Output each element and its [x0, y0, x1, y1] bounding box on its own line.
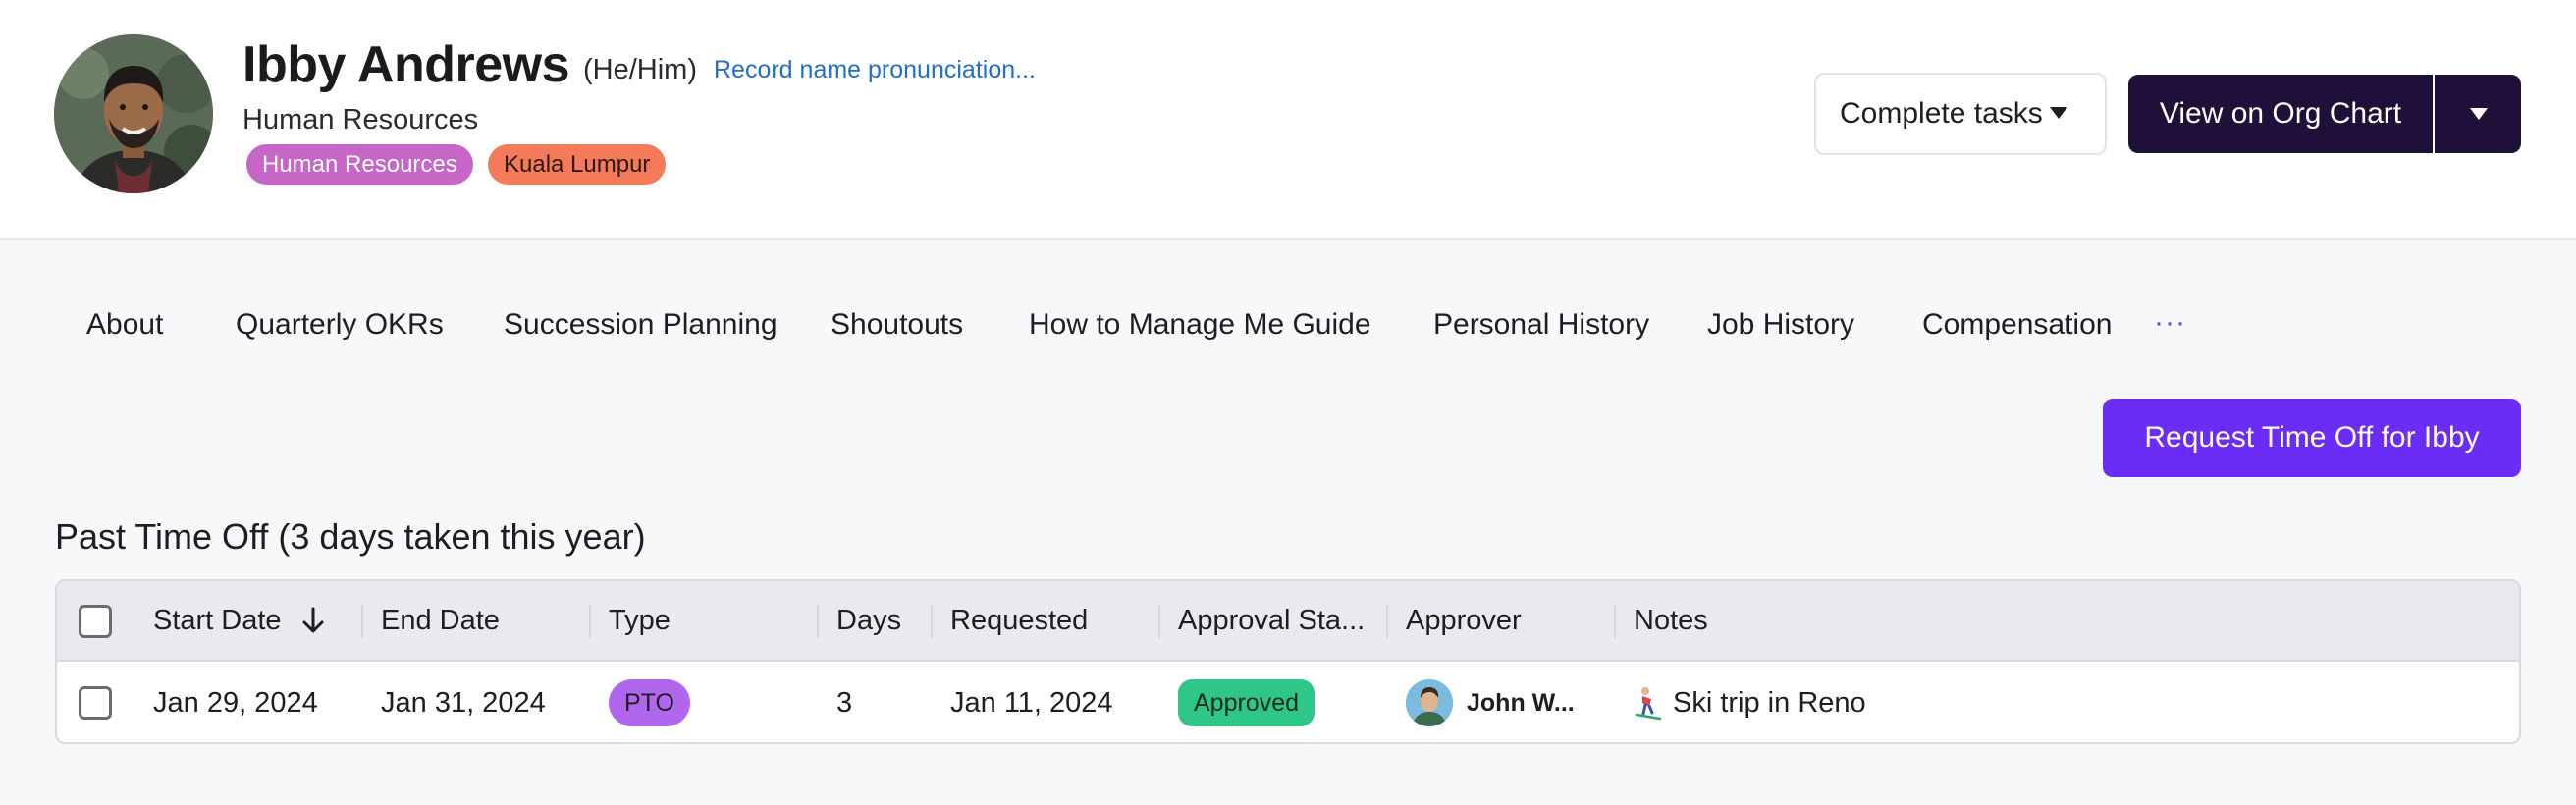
status-badge: Approved	[1178, 679, 1315, 726]
tab-job-history[interactable]: Job History	[1707, 308, 1854, 342]
column-header-notes[interactable]: Notes	[1634, 581, 1708, 660]
column-header-approver[interactable]: Approver	[1406, 581, 1522, 660]
cell-days: 3	[836, 686, 853, 719]
caret-down-icon	[2050, 107, 2067, 119]
column-header-start-date[interactable]: Start Date	[153, 581, 327, 660]
column-divider[interactable]	[817, 605, 819, 638]
arrow-down-icon[interactable]	[299, 606, 327, 635]
view-org-chart-button[interactable]: View on Org Chart	[2128, 75, 2433, 153]
column-divider[interactable]	[1158, 605, 1160, 638]
skier-icon	[1634, 685, 1663, 721]
department-tag[interactable]: Human Resources	[246, 144, 473, 185]
tab-compensation[interactable]: Compensation	[1922, 308, 2112, 342]
column-divider[interactable]	[1386, 605, 1388, 638]
location-tag[interactable]: Kuala Lumpur	[488, 144, 667, 185]
column-label: Start Date	[153, 604, 282, 636]
profile-header: Ibby Andrews (He/Him) Record name pronun…	[0, 0, 2576, 240]
table-header: Start Date End Date Type Days Requested …	[57, 581, 2519, 662]
profile-name: Ibby Andrews	[242, 36, 570, 93]
tab-how-to-manage-me[interactable]: How to Manage Me Guide	[1029, 308, 1371, 342]
table-row[interactable]: Jan 29, 2024 Jan 31, 2024 PTO 3 Jan 11, …	[57, 662, 2519, 742]
column-header-days[interactable]: Days	[836, 581, 901, 660]
view-org-chart-label: View on Org Chart	[2159, 97, 2402, 130]
column-header-requested[interactable]: Requested	[950, 581, 1088, 660]
tab-shoutouts[interactable]: Shoutouts	[831, 308, 963, 342]
select-all-checkbox[interactable]	[79, 605, 112, 638]
column-header-type[interactable]: Type	[609, 581, 671, 660]
cell-end-date: Jan 31, 2024	[381, 686, 546, 719]
request-time-off-label: Request Time Off for Ibby	[2144, 421, 2480, 454]
tab-quarterly-okrs[interactable]: Quarterly OKRs	[236, 308, 444, 342]
cell-type: PTO	[609, 662, 690, 742]
cell-start-date: Jan 29, 2024	[153, 686, 318, 719]
more-tabs-icon[interactable]: ···	[2154, 306, 2186, 340]
complete-tasks-label: Complete tasks	[1840, 97, 2043, 130]
cell-notes: Ski trip in Reno	[1634, 662, 1866, 742]
record-pronunciation-link[interactable]: Record name pronunciation...	[714, 56, 1036, 84]
type-badge: PTO	[609, 679, 690, 726]
org-chart-dropdown-button[interactable]	[2435, 75, 2521, 153]
column-divider[interactable]	[361, 605, 363, 638]
section-title: Past Time Off (3 days taken this year)	[55, 516, 646, 557]
column-header-approval-status[interactable]: Approval Sta...	[1178, 581, 1365, 660]
caret-down-icon	[2470, 108, 2488, 120]
profile-pronouns: (He/Him)	[583, 54, 697, 85]
column-divider[interactable]	[589, 605, 591, 638]
complete-tasks-button[interactable]: Complete tasks	[1814, 73, 2107, 155]
cell-approver: John W...	[1406, 662, 1575, 742]
cell-approval-status: Approved	[1178, 662, 1315, 742]
column-divider[interactable]	[931, 605, 933, 638]
time-off-table: Start Date End Date Type Days Requested …	[55, 579, 2521, 744]
tab-succession-planning[interactable]: Succession Planning	[504, 308, 778, 342]
approver-avatar	[1406, 679, 1453, 726]
request-time-off-button[interactable]: Request Time Off for Ibby	[2103, 399, 2521, 477]
column-divider[interactable]	[1614, 605, 1616, 638]
profile-avatar	[54, 34, 213, 193]
column-header-end-date[interactable]: End Date	[381, 581, 500, 660]
tab-personal-history[interactable]: Personal History	[1433, 308, 1649, 342]
row-checkbox[interactable]	[79, 686, 112, 720]
notes-text: Ski trip in Reno	[1673, 686, 1866, 719]
profile-department: Human Resources	[242, 104, 479, 135]
tab-about[interactable]: About	[86, 308, 163, 342]
approver-name: John W...	[1467, 688, 1575, 717]
cell-requested: Jan 11, 2024	[950, 686, 1113, 719]
